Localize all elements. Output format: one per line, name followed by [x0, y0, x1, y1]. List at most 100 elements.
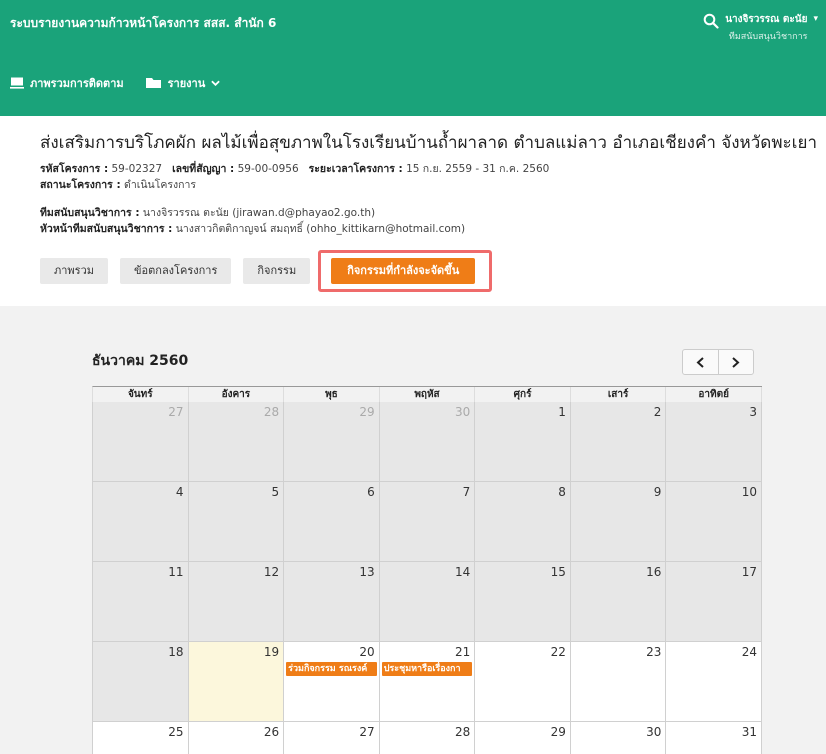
calendar-day[interactable]: 17: [666, 562, 762, 642]
calendar-week-row: 18 19 20 ร่วมกิจกรรม รณรงค์ 21 ประชุมหารือเรื…: [92, 642, 762, 722]
tab-upcoming-activities[interactable]: กิจกรรมที่กำลังจะจัดขึ้น: [331, 258, 476, 284]
calendar-day[interactable]: 25: [93, 722, 189, 754]
calendar-day[interactable]: 20 ร่วมกิจกรรม รณรงค์: [284, 642, 380, 722]
prev-month-button[interactable]: [683, 350, 718, 374]
calendar-day[interactable]: 12: [188, 562, 285, 642]
calendar-day[interactable]: 18: [93, 642, 189, 722]
calendar-week-row: 27 28 29 30 1 2 3: [92, 402, 762, 482]
project-code-label: รหัสโครงการ :: [40, 163, 109, 175]
calendar-day[interactable]: 2: [570, 402, 667, 482]
day-number: 21: [455, 645, 471, 659]
search-icon[interactable]: [703, 13, 719, 29]
calendar-day[interactable]: 29: [284, 402, 380, 482]
weekday-label: ศุกร์: [475, 387, 571, 402]
lead-label: หัวหน้าทีมสนับสนุนวิชาการ :: [40, 223, 173, 235]
contract-label: เลขที่สัญญา :: [172, 163, 235, 175]
calendar-day[interactable]: 11: [93, 562, 189, 642]
calendar-day[interactable]: 9: [570, 482, 667, 562]
weekday-label: จันทร์: [93, 387, 189, 402]
tab-agreement[interactable]: ข้อตกลงโครงการ: [120, 258, 232, 284]
day-number: 29: [550, 725, 566, 739]
calendar-day[interactable]: 7: [379, 482, 476, 562]
project-status: ดำเนินโครงการ: [124, 179, 196, 191]
calendar-event[interactable]: ร่วมกิจกรรม รณรงค์: [286, 662, 377, 676]
calendar-day[interactable]: 31: [666, 722, 762, 754]
day-number: 10: [741, 485, 757, 499]
day-number: 31: [741, 725, 757, 739]
support-label: ทีมสนับสนุนวิชาการ :: [40, 207, 140, 219]
calendar-day[interactable]: 10: [666, 482, 762, 562]
calendar-day[interactable]: 3: [666, 402, 762, 482]
day-number: 27: [359, 725, 375, 739]
tab-overview[interactable]: ภาพรวม: [40, 258, 109, 284]
top-header: ระบบรายงานความก้าวหน้าโครงการ สสส. สำนัก…: [0, 0, 826, 116]
day-number: 3: [749, 405, 757, 419]
day-number: 1: [558, 405, 566, 419]
day-number: 11: [168, 565, 184, 579]
project-panel: ส่งเสริมการบริโภคผัก ผลไม้เพื่อสุขภาพในโ…: [24, 116, 817, 306]
calendar-week-row: 25 26 27 28 29 30 31: [92, 722, 762, 754]
day-number: 28: [455, 725, 471, 739]
calendar-day[interactable]: 30: [379, 402, 476, 482]
day-number: 20: [359, 645, 375, 659]
app-title[interactable]: ระบบรายงานความก้าวหน้าโครงการ สสส. สำนัก…: [10, 14, 276, 33]
user-info[interactable]: นางจิรวรรณ ตะนัย ทีมสนับสนุนวิชาการ: [725, 12, 807, 43]
day-number: 29: [359, 405, 375, 419]
day-number: 8: [558, 485, 566, 499]
calendar-day[interactable]: 29: [475, 722, 571, 754]
support-person: นางจิรวรรณ ตะนัย (jirawan.d@phayao2.go.t…: [142, 207, 376, 219]
calendar-day[interactable]: 27: [93, 402, 189, 482]
day-number: 18: [168, 645, 184, 659]
day-number: 4: [175, 485, 184, 499]
calendar-day[interactable]: 23: [570, 642, 667, 722]
calendar-day[interactable]: 5: [188, 482, 285, 562]
calendar-day[interactable]: 4: [93, 482, 189, 562]
calendar-body: 27 28 29 30 1 2 3 4 5 6 7 8 9 10 11 12 13 14 15 16 17 18 19 20 ร…: [92, 402, 762, 754]
day-number: 9: [653, 485, 662, 499]
calendar-week-row: 11 12 13 14 15 16 17: [92, 562, 762, 642]
calendar-day[interactable]: 28: [379, 722, 476, 754]
weekday-label: พฤหัส: [380, 387, 476, 402]
calendar-day[interactable]: 24: [666, 642, 762, 722]
weekday-header: จันทร์ อังคาร พุธ พฤหัส ศุกร์ เสาร์ อาทิตย์: [92, 386, 762, 402]
calendar-day[interactable]: 22: [475, 642, 571, 722]
day-number: 13: [359, 565, 375, 579]
calendar-event[interactable]: ประชุมหารือเรื่องกา: [381, 662, 473, 676]
day-number: 15: [550, 565, 566, 579]
calendar-day[interactable]: 1: [475, 402, 571, 482]
calendar-day[interactable]: 15: [475, 562, 571, 642]
day-number: 5: [271, 485, 280, 499]
caret-down-icon[interactable]: ▾: [813, 14, 818, 24]
calendar-day[interactable]: 30: [570, 722, 667, 754]
calendar-day[interactable]: 13: [284, 562, 380, 642]
chevron-left-icon: [696, 356, 704, 368]
nav-item-overview[interactable]: ภาพรวมการติดตาม: [10, 74, 124, 92]
calendar-day[interactable]: 28: [188, 402, 285, 482]
calendar-month-title: ธันวาคม 2560: [92, 353, 189, 369]
project-tabs: ภาพรวม ข้อตกลงโครงการ กิจกรรม กิจกรรมที่…: [40, 250, 493, 292]
calendar-day[interactable]: 8: [475, 482, 571, 562]
calendar-day-today[interactable]: 19: [188, 642, 285, 722]
calendar-day[interactable]: 14: [379, 562, 476, 642]
nav-item-label: ภาพรวมการติดตาม: [30, 77, 124, 90]
calendar-day[interactable]: 27: [284, 722, 380, 754]
project-period: 15 ก.ย. 2559 - 31 ก.ค. 2560: [406, 163, 550, 175]
calendar-day[interactable]: 6: [284, 482, 380, 562]
user-name: นางจิรวรรณ ตะนัย: [725, 14, 808, 25]
day-number: 27: [168, 405, 184, 419]
day-number: 7: [462, 485, 471, 499]
contract-number: 59-00-0956: [237, 163, 299, 175]
day-number: 26: [263, 725, 280, 739]
monitor-icon: [10, 77, 24, 89]
nav-item-label: รายงาน: [167, 77, 206, 90]
calendar-day[interactable]: 16: [570, 562, 667, 642]
day-number: 2: [653, 405, 662, 419]
calendar-day[interactable]: 26: [188, 722, 285, 754]
calendar-day[interactable]: 21 ประชุมหารือเรื่องกา: [379, 642, 476, 722]
user-menu[interactable]: นางจิรวรรณ ตะนัย ทีมสนับสนุนวิชาการ ▾: [703, 12, 818, 43]
main-nav: ภาพรวมการติดตาม รายงาน: [10, 74, 220, 92]
nav-item-report[interactable]: รายงาน: [145, 74, 221, 92]
tab-activities[interactable]: กิจกรรม: [243, 258, 311, 284]
folder-icon: [145, 78, 161, 88]
next-month-button[interactable]: [717, 350, 753, 374]
